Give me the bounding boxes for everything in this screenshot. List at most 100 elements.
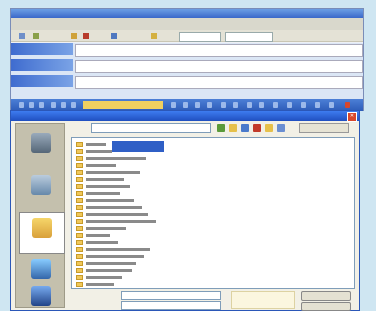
insert-link-icon[interactable] [247,102,252,108]
dialog-close-icon[interactable]: ✕ [347,112,357,122]
subject-field[interactable] [75,76,363,89]
menu-item-3[interactable] [57,21,71,27]
menu-item-1[interactable] [17,21,31,27]
list-item[interactable] [76,253,166,260]
folder-icon [76,233,83,238]
file-name-text [86,199,134,202]
close-icon[interactable] [345,102,350,108]
open-button[interactable] [301,291,351,301]
list-item[interactable] [76,211,166,218]
file-list[interactable] [71,137,355,289]
align-center-icon[interactable] [61,102,66,108]
file-name-text [86,178,124,181]
file-name-text [86,150,112,153]
highlight-icon[interactable] [233,102,238,108]
list-item[interactable] [76,274,166,281]
flag-icon[interactable] [83,33,89,39]
options-icon[interactable] [111,33,117,39]
place-desktop[interactable] [19,170,63,210]
insert-image-icon[interactable] [259,102,264,108]
smiley-icon[interactable] [315,102,320,108]
list-item[interactable] [76,267,166,274]
dialog-title-bar[interactable]: ✕ [11,111,359,122]
send-icon[interactable] [19,33,25,39]
folder-icon [76,240,83,245]
list-item[interactable] [76,239,166,246]
list-item[interactable] [76,176,166,183]
folder-icon [76,170,83,175]
list-item[interactable] [76,190,166,197]
look-in-combo[interactable] [91,123,211,133]
cc-field[interactable] [75,60,363,73]
list-item[interactable] [76,232,166,239]
menu-item-7[interactable] [163,21,177,27]
account-combo[interactable] [225,32,273,42]
place-my-documents[interactable] [19,212,65,254]
new-folder-icon[interactable] [265,124,273,132]
menu-item-5[interactable] [103,21,121,27]
font-name-combo[interactable] [83,101,163,109]
file-type-field[interactable] [121,301,221,310]
list-item[interactable] [76,183,166,190]
spell-icon[interactable] [301,102,306,108]
search-web-icon[interactable] [241,124,249,132]
list-item[interactable] [76,169,166,176]
list-item[interactable] [76,225,166,232]
file-name-field[interactable] [121,291,221,300]
numbering-icon[interactable] [183,102,188,108]
file-name-text [86,248,150,251]
menu-item-6[interactable] [129,21,157,27]
place-recent-label [21,156,61,164]
indent-icon[interactable] [195,102,200,108]
folder-icon [76,282,83,287]
address-book-icon[interactable] [151,33,157,39]
views-icon[interactable] [277,124,285,132]
font-color-icon[interactable] [221,102,226,108]
back-icon[interactable] [217,124,225,132]
cancel-button[interactable] [301,302,351,311]
list-item[interactable] [76,218,166,225]
file-name-text [86,185,130,188]
menu-item-8[interactable] [183,21,201,27]
list-item[interactable] [76,197,166,204]
folder-icon [76,212,83,217]
file-name-label [71,292,121,299]
place-recent[interactable] [19,128,63,168]
up-folder-icon[interactable] [229,124,237,132]
list-item[interactable] [76,260,166,267]
menu-item-2[interactable] [37,21,51,27]
cc-label [17,60,55,69]
file-name-text [86,206,142,209]
tools-button[interactable] [299,123,349,133]
table-icon[interactable] [273,102,278,108]
place-network[interactable] [19,284,63,308]
delete-icon[interactable] [253,124,261,132]
list-item[interactable] [76,204,166,211]
list-item[interactable] [76,155,166,162]
align-left-icon[interactable] [51,102,56,108]
signature-icon[interactable] [329,102,334,108]
folder-icon [76,254,83,259]
line-icon[interactable] [287,102,292,108]
list-item[interactable] [76,246,166,253]
list-item[interactable] [76,162,166,169]
file-name-text [86,283,114,286]
menu-item-4[interactable] [77,21,95,27]
selected-file-highlight[interactable] [112,141,164,152]
file-name-text [86,276,122,279]
underline-icon[interactable] [39,102,44,108]
outdent-icon[interactable] [207,102,212,108]
folder-icon [76,226,83,231]
folder-icon [76,156,83,161]
save-icon[interactable] [33,33,39,39]
window-title-bar[interactable] [11,9,363,18]
bold-icon[interactable] [19,102,24,108]
format-combo[interactable] [179,32,221,42]
italic-icon[interactable] [29,102,34,108]
bullets-icon[interactable] [171,102,176,108]
list-item[interactable] [76,281,166,288]
align-right-icon[interactable] [71,102,76,108]
attach-icon[interactable] [71,33,77,39]
to-field[interactable] [75,44,363,57]
folder-icon [76,198,83,203]
